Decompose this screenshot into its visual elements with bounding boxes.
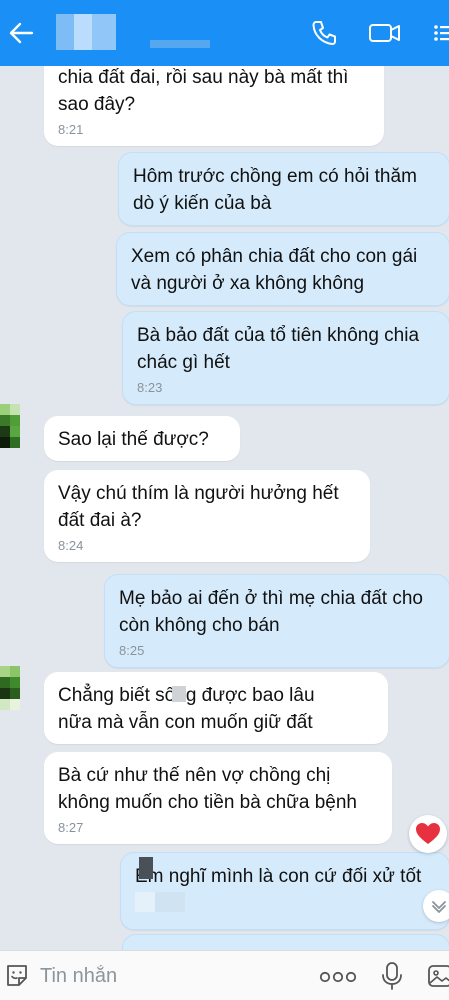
message-list[interactable]: chia đất đai, rồi sau này bà mất thì sao… (0, 66, 449, 950)
chevron-down-icon (432, 901, 446, 913)
microphone-icon[interactable] (380, 961, 404, 991)
redacted-name (172, 686, 186, 702)
react-heart-button[interactable] (409, 815, 447, 853)
message-line: và người ở xa không không (131, 273, 365, 294)
scroll-to-bottom-button[interactable] (423, 890, 449, 922)
image-icon[interactable] (427, 963, 449, 989)
message-line: chác gì hết (137, 352, 230, 373)
message-line: sao đây? (58, 94, 136, 115)
phone-icon[interactable] (310, 18, 338, 48)
message-line: Mẹ bảo ai đến ở thì mẹ chia đất cho (119, 588, 423, 609)
message-line: Chẳng biết sống được bao lâu (58, 685, 315, 706)
contact-name[interactable] (150, 40, 210, 48)
message-time: 8:21 (58, 122, 84, 137)
message-line: Bà bảo đất của tổ tiên không chia (137, 325, 420, 346)
redacted-avatar (139, 857, 153, 879)
message-time: 8:24 (58, 538, 84, 553)
message-bubble-outgoing[interactable]: Hôm trước chồng em có hỏi thăm dò ý kiến… (118, 152, 449, 226)
message-bubble-outgoing[interactable]: Mẹ bảo ai đến ở thì mẹ chia đất cho còn … (104, 574, 449, 668)
message-input-bar (0, 950, 449, 1000)
message-line: nữa mà vẫn con muốn giữ đất (58, 712, 313, 733)
message-time: 8:25 (119, 643, 145, 658)
message-time: 8:27 (58, 820, 84, 835)
video-camera-icon[interactable] (368, 18, 402, 48)
message-line: Bà cứ như thế nên vợ chồng chị (58, 765, 331, 786)
message-line: Xem có phân chia đất cho con gái (131, 246, 418, 267)
contact-avatar[interactable] (56, 14, 116, 50)
sticker-smile-icon[interactable] (4, 963, 30, 989)
message-line: Vậy chú thím là người hưởng hết (58, 483, 339, 504)
message-time: 8:23 (137, 380, 163, 395)
sender-avatar[interactable] (0, 404, 30, 450)
message-line: đất đai à? (58, 510, 142, 531)
message-line: không muốn cho tiền bà chữa bệnh (58, 792, 357, 813)
message-bubble-incoming[interactable]: Chẳng biết sống được bao lâu nữa mà vẫn … (44, 672, 388, 744)
message-bubble-incoming[interactable]: Vậy chú thím là người hưởng hết đất đai … (44, 470, 370, 562)
message-line: Em nghĩ mình là con cứ đối xử tốt (135, 866, 422, 887)
message-line: dò ý kiến của bà (133, 193, 272, 214)
arrow-left-icon[interactable] (6, 18, 36, 48)
chat-header (0, 0, 449, 66)
more-dots-icon[interactable] (318, 965, 358, 989)
message-bubble-outgoing[interactable] (122, 934, 449, 950)
message-bubble-outgoing[interactable]: Em nghĩ mình là con cứ đối xử tốt (120, 852, 449, 930)
message-line: còn không cho bán (119, 615, 280, 636)
message-line: Hôm trước chồng em có hỏi thăm (133, 166, 417, 187)
message-bubble-incoming[interactable]: chia đất đai, rồi sau này bà mất thì sao… (44, 66, 384, 146)
message-bubble-outgoing[interactable]: Bà bảo đất của tổ tiên không chia chác g… (122, 311, 449, 405)
sender-avatar[interactable] (0, 666, 30, 712)
message-line: chia đất đai, rồi sau này bà mất thì (58, 67, 349, 88)
message-bubble-outgoing[interactable]: Xem có phân chia đất cho con gái và ngườ… (116, 232, 449, 306)
message-bubble-incoming[interactable]: Sao lại thế được? (44, 416, 240, 461)
message-bubble-incoming[interactable]: Bà cứ như thế nên vợ chồng chị không muố… (44, 752, 392, 844)
redacted-text (135, 892, 185, 912)
message-input[interactable] (40, 959, 300, 993)
message-line: Sao lại thế được? (58, 429, 209, 450)
menu-icon[interactable] (432, 18, 449, 48)
heart-icon (416, 823, 440, 844)
